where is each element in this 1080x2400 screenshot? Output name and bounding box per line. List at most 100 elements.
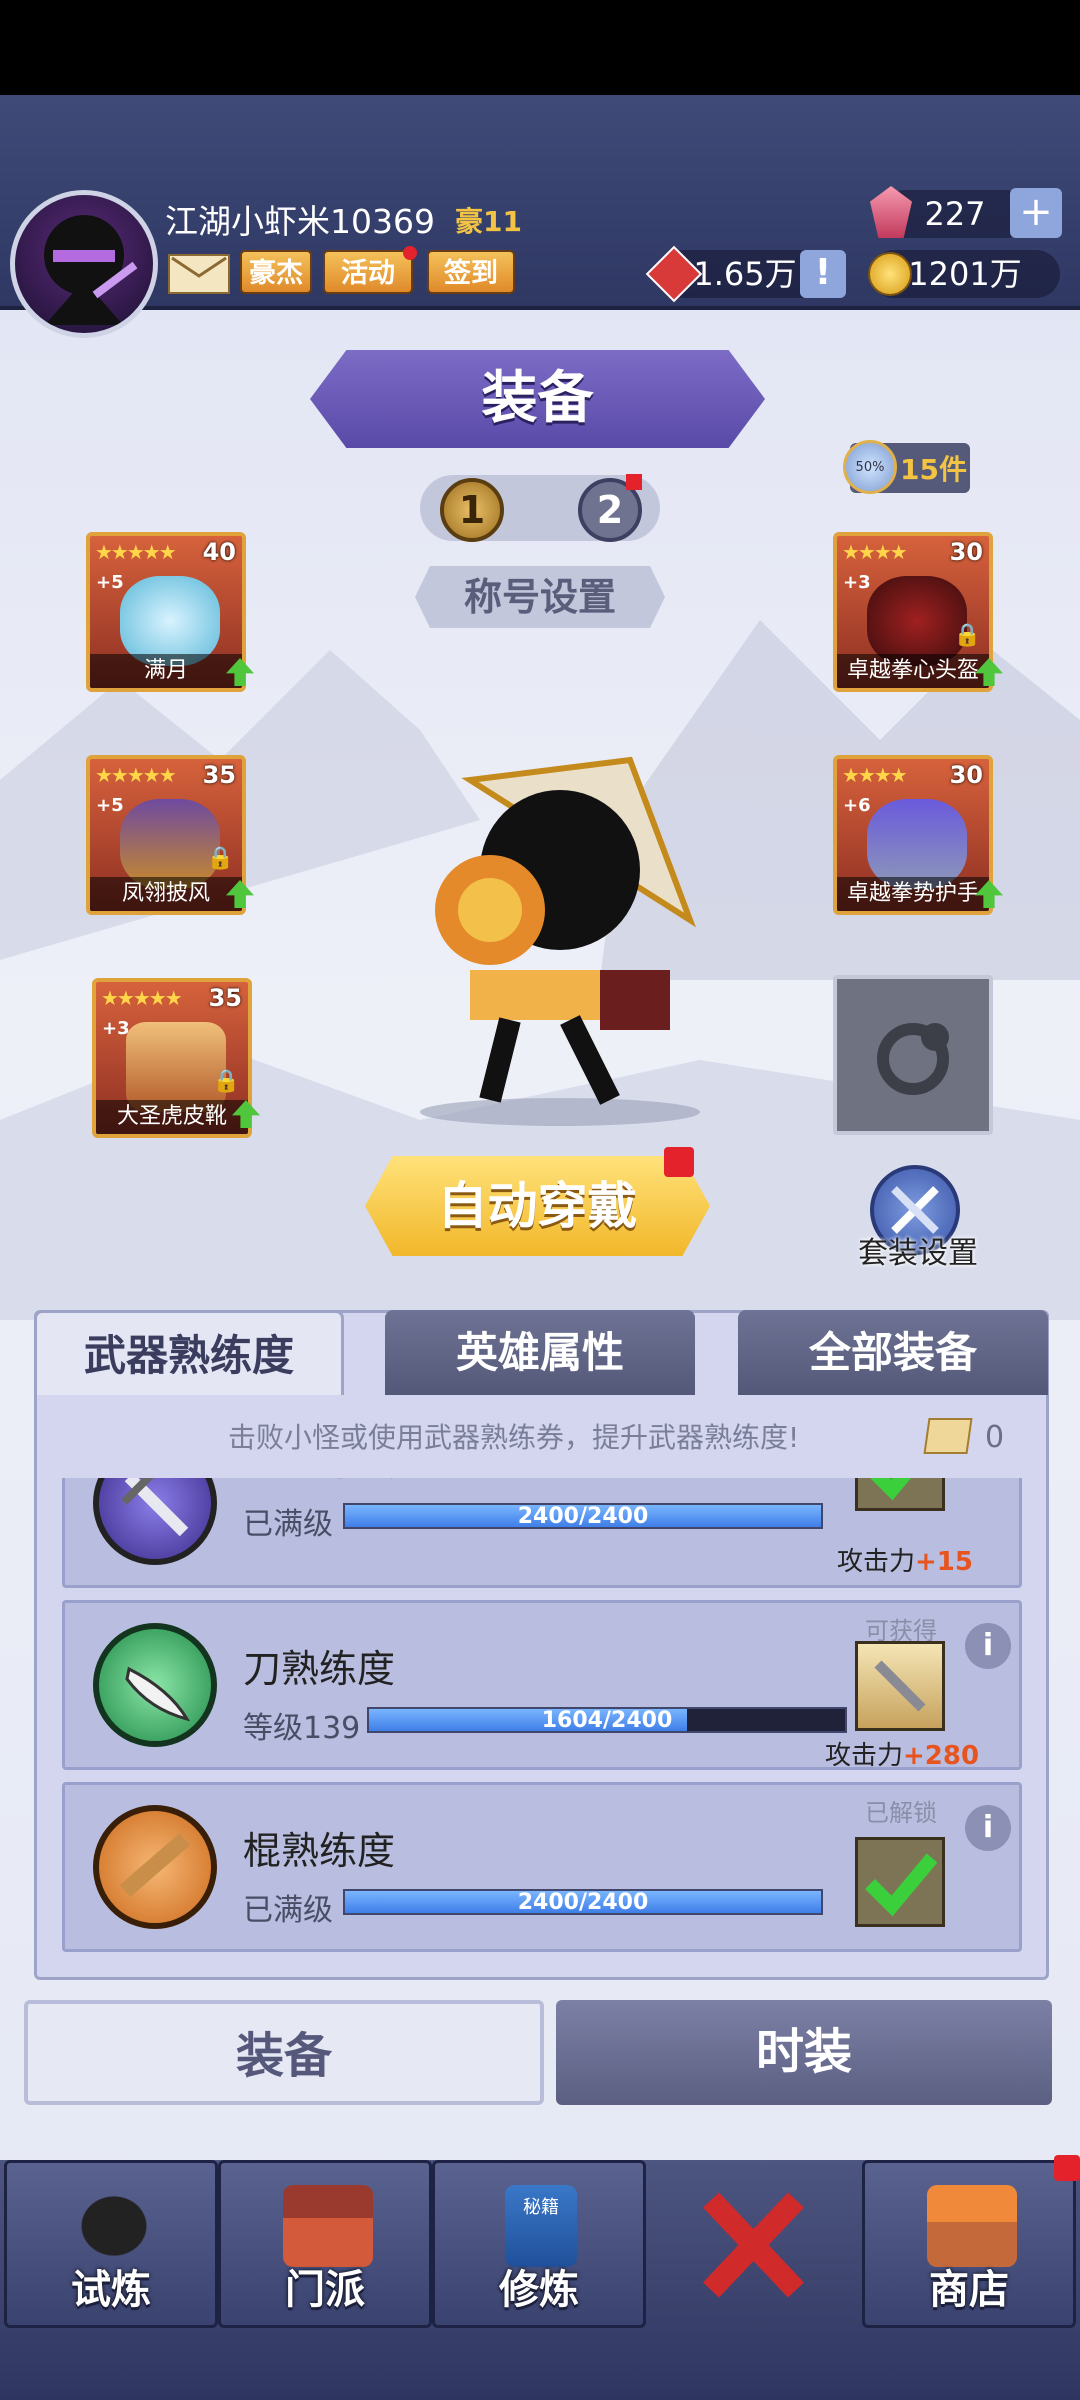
cape-icon (120, 799, 220, 889)
proficiency-list[interactable]: 剑熟练度 已满级 2400/2400 攻击力+15 刀熟练度 等级139 160… (37, 1478, 1046, 1973)
slot-level: 40 (202, 538, 236, 566)
ticket-icon[interactable] (923, 1418, 973, 1454)
nav-cultivate[interactable]: 秘籍 修炼 (432, 2160, 646, 2328)
slot-enhance: +6 (843, 795, 871, 816)
slot-enhance: +5 (96, 572, 124, 593)
info-button[interactable]: i (965, 1623, 1011, 1669)
proficiency-status: 等级139 (243, 1711, 361, 1746)
boot-icon (126, 1022, 226, 1112)
progress-text: 2400/2400 (517, 1890, 649, 1915)
slot-enhance: +5 (96, 795, 124, 816)
slot-name: 满月 (90, 654, 242, 688)
slot-name: 大圣虎皮靴 (96, 1100, 248, 1134)
nav-label: 商店 (929, 2267, 1009, 2313)
hero-button[interactable]: 豪杰 (240, 250, 312, 294)
player-name: 江湖小虾米10369 (165, 202, 435, 241)
mail-icon[interactable] (168, 254, 230, 294)
lock-icon: 🔒 (206, 846, 234, 871)
tab-fashion[interactable]: 时装 (556, 2000, 1052, 2105)
progress-bar: 2400/2400 (343, 1889, 823, 1915)
suit-setting-label: 套装设置 (858, 1236, 978, 1271)
ninja-avatar-icon (44, 215, 138, 325)
activity-button[interactable]: 活动 (323, 250, 413, 294)
nav-sect[interactable]: 门派 (218, 2160, 432, 2328)
bonus-label: 攻击力+15 (837, 1547, 973, 1577)
nav-shop[interactable]: 商店 (862, 2160, 1076, 2328)
set-count-text: 15件 (900, 453, 967, 486)
slot-level: 35 (202, 761, 236, 789)
progress-bar: 1604/2400 (367, 1707, 847, 1733)
slot-stars: ★★★★ (842, 540, 908, 564)
status-tag: 已解锁 (865, 1799, 937, 1827)
nav-label: 修炼 (499, 2267, 579, 2313)
equipment-title: 装备 (310, 350, 765, 448)
proficiency-status: 已满级 (243, 1507, 333, 1542)
gold-coin-icon (868, 252, 912, 296)
temple-icon (283, 2185, 373, 2267)
sword-icon (93, 1478, 217, 1565)
gauntlet-icon (867, 799, 967, 889)
proficiency-name: 剑熟练度 (243, 1478, 395, 1486)
shop-icon (927, 2185, 1017, 2267)
ninja-icon (69, 2185, 159, 2267)
tab-equipment[interactable]: 装备 (24, 2000, 544, 2105)
page-2-notification-dot (626, 474, 642, 490)
equip-slot-empty[interactable] (833, 975, 993, 1135)
crossed-swords-icon (703, 2192, 804, 2298)
hero-character (420, 756, 700, 1126)
slot-stars: ★★★★★ (95, 763, 177, 787)
progress-bar: 2400/2400 (343, 1503, 823, 1529)
add-gems-button[interactable]: + (1010, 188, 1062, 238)
blade-icon (93, 1623, 217, 1747)
lock-icon: 🔒 (953, 623, 981, 648)
equip-slot-helmet[interactable]: ★★★★ 30 +3 🔒 卓越拳心头盔 (833, 532, 993, 692)
nav-label: 门派 (285, 2267, 365, 2313)
page-1-button[interactable]: 1 (440, 478, 504, 542)
empty-slot-ring-icon (877, 1023, 949, 1095)
set-bonus-icon: 50% (843, 440, 897, 494)
proficiency-status: 已满级 (243, 1893, 333, 1928)
nav-battle[interactable] (646, 2160, 860, 2328)
slot-enhance: +3 (843, 572, 871, 593)
equip-slot-weapon[interactable]: ★★★★★ 40 +5 满月 (86, 532, 246, 692)
tab-all-equipment[interactable]: 全部装备 (738, 1310, 1048, 1395)
auto-wear-notification-dot (664, 1147, 694, 1177)
slot-level: 30 (949, 761, 983, 789)
equip-slot-gauntlet[interactable]: ★★★★ 30 +6 卓越拳势护手 (833, 755, 993, 915)
activity-notification-dot (403, 246, 417, 260)
equip-slot-boots[interactable]: ★★★★★ 35 +3 🔒 大圣虎皮靴 (92, 978, 252, 1138)
lock-icon: 🔒 (212, 1069, 240, 1094)
slot-name: 凤翎披风 (90, 877, 242, 911)
nav-label: 试炼 (71, 2267, 151, 2313)
progress-text: 1604/2400 (541, 1708, 673, 1733)
proficiency-name: 棍熟练度 (243, 1829, 396, 1873)
honor-info-button[interactable]: ! (800, 250, 846, 298)
auto-wear-button[interactable]: 自动穿戴 (365, 1156, 710, 1256)
slot-level: 30 (949, 538, 983, 566)
list-item: 刀熟练度 等级139 1604/2400 可获得 i 攻击力+280 (62, 1600, 1022, 1771)
equip-slot-cape[interactable]: ★★★★★ 35 +5 🔒 凤翎披风 (86, 755, 246, 915)
sword-skill-icon[interactable] (855, 1641, 945, 1731)
proficiency-hint: 击败小怪或使用武器熟练券，提升武器熟练度! (228, 1421, 800, 1454)
progress-text: 2400/2400 (517, 1504, 649, 1529)
book-icon: 秘籍 (505, 2185, 577, 2267)
slot-stars: ★★★★★ (101, 986, 183, 1010)
slot-level: 35 (208, 984, 242, 1012)
helmet-icon (867, 576, 967, 666)
info-button[interactable]: i (965, 1805, 1011, 1851)
nav-trial[interactable]: 试炼 (4, 2160, 218, 2328)
moon-blade-icon (120, 576, 220, 666)
slot-name: 卓越拳势护手 (837, 877, 989, 911)
proficiency-name: 刀熟练度 (243, 1647, 396, 1691)
list-item: 棍熟练度 已满级 2400/2400 已解锁 i (62, 1782, 1022, 1952)
ticket-count: 0 (985, 1420, 1005, 1455)
title-setting-button[interactable]: 称号设置 (415, 566, 665, 628)
player-avatar[interactable] (10, 190, 158, 338)
tab-weapon-proficiency[interactable]: 武器熟练度 (34, 1310, 344, 1395)
slot-name: 卓越拳心头盔 (837, 654, 989, 688)
signin-button[interactable]: 签到 (427, 250, 515, 294)
tab-hero-attributes[interactable]: 英雄属性 (385, 1310, 695, 1395)
checkmark-icon (855, 1478, 945, 1511)
vip-level: 豪11 (455, 205, 522, 238)
list-item: 剑熟练度 已满级 2400/2400 攻击力+15 (62, 1478, 1022, 1588)
